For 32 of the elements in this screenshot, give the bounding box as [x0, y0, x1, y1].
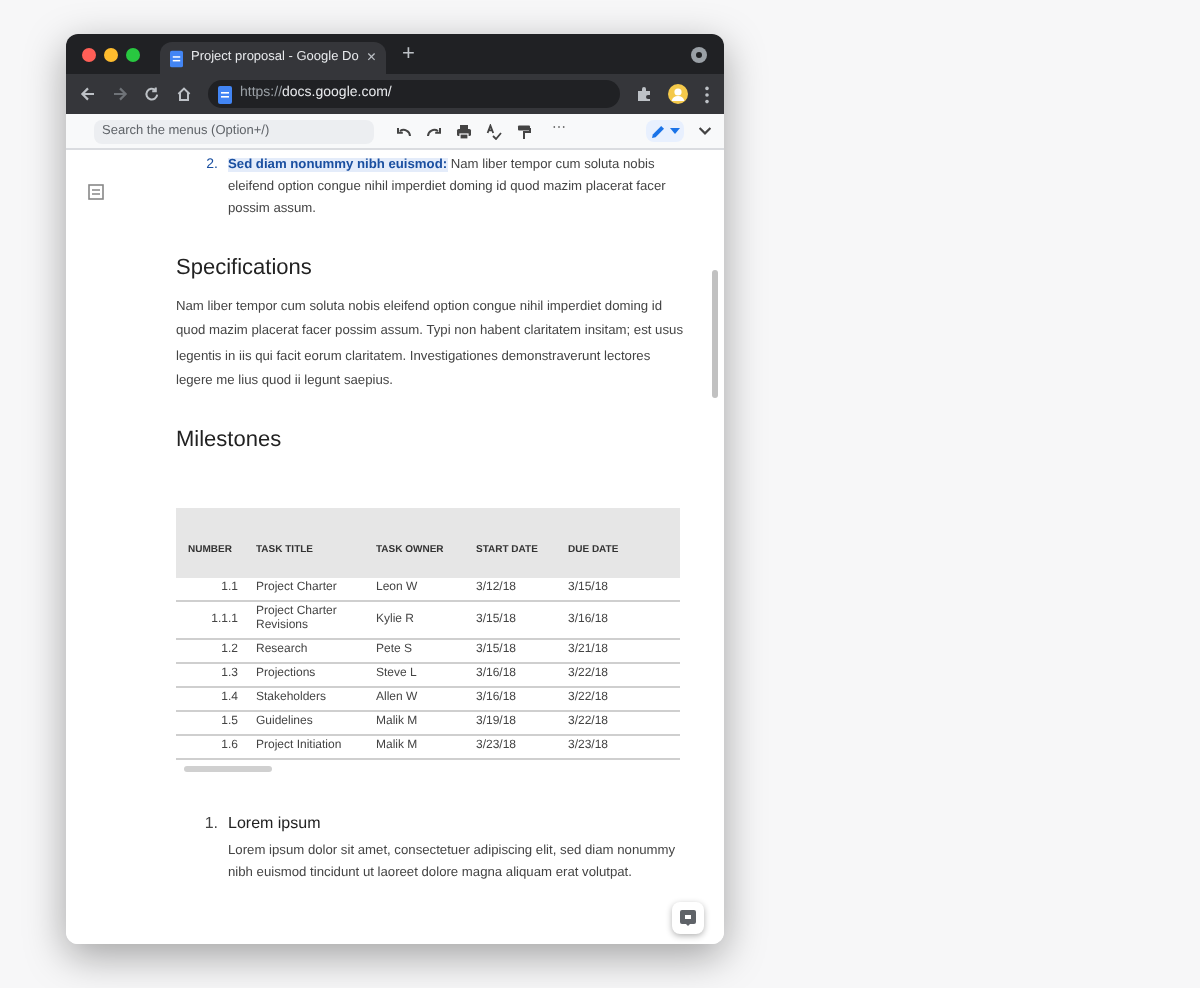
- section-heading: Milestones: [176, 425, 284, 455]
- document-icon: [218, 85, 232, 103]
- forward-arrow-icon[interactable]: [112, 86, 128, 102]
- scrollbar-thumb[interactable]: [712, 270, 718, 398]
- section-heading: Specifications: [176, 254, 314, 284]
- undo-icon[interactable]: [396, 125, 412, 137]
- avatar-icon[interactable]: [668, 84, 688, 104]
- list-heading: Lorem ipsum: [228, 812, 321, 836]
- caret-icon: [670, 128, 680, 134]
- horizontal-scrollbar-thumb[interactable]: [184, 766, 272, 772]
- document-icon: [170, 49, 183, 67]
- list-number: 1.: [202, 812, 220, 836]
- circle-icon[interactable]: [690, 45, 708, 63]
- puzzle-icon[interactable]: [636, 86, 652, 102]
- explore-button[interactable]: [672, 902, 704, 934]
- editing-mode-button[interactable]: [646, 120, 684, 142]
- spellcheck-icon[interactable]: [486, 123, 502, 139]
- maximize-window-icon[interactable]: [126, 47, 140, 61]
- minimize-window-icon[interactable]: [104, 47, 118, 61]
- pencil-icon: [650, 123, 666, 139]
- close-tab-button[interactable]: ×: [366, 50, 376, 66]
- home-icon[interactable]: [176, 86, 192, 102]
- redo-icon[interactable]: [426, 125, 442, 137]
- print-icon[interactable]: [456, 123, 472, 139]
- back-arrow-icon[interactable]: [80, 86, 96, 102]
- chevron-down-icon[interactable]: [698, 126, 712, 136]
- close-window-icon[interactable]: [82, 47, 96, 61]
- reload-icon[interactable]: [144, 86, 160, 102]
- paint-roller-icon[interactable]: [516, 123, 532, 139]
- outline-icon[interactable]: [88, 184, 104, 200]
- kebab-menu-icon[interactable]: [704, 85, 710, 103]
- new-tab-button[interactable]: +: [402, 43, 415, 65]
